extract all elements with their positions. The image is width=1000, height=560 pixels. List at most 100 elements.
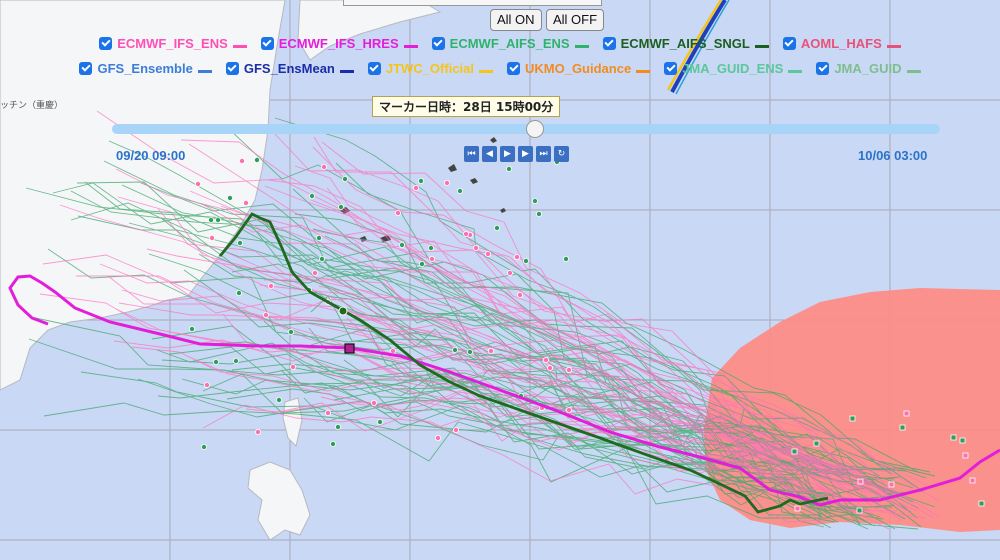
forecast-position-square [959, 437, 966, 444]
forecast-position-point [398, 241, 405, 248]
all-on-button[interactable]: All ON [490, 9, 542, 31]
legend-item-jma-guid[interactable]: JMA_GUID [816, 61, 921, 76]
forecast-position-point [412, 184, 419, 191]
forecast-position-point [311, 269, 318, 276]
forecast-position-point [226, 194, 233, 201]
legend-label: ECMWF_IFS_HRES [278, 36, 399, 51]
forecast-position-point [253, 156, 260, 163]
forecast-position-point [275, 396, 282, 403]
forecast-position-point [188, 325, 195, 332]
playback-controls: ⏮ ◀ ▶ ▶ ⏭ ↻ [464, 146, 569, 162]
marker-datetime-label: マーカー日時：28日 15時00分 [372, 96, 561, 117]
forecast-position-square [888, 481, 895, 488]
forecast-position-square [791, 448, 798, 455]
top-panel-edge [343, 0, 602, 6]
legend-checkbox[interactable] [367, 62, 381, 75]
forecast-position-point [318, 255, 325, 262]
next-frame-button[interactable]: ▶ [518, 146, 533, 162]
legend-swatch [636, 70, 651, 73]
forecast-position-point [452, 426, 459, 433]
legend-swatch [403, 45, 418, 48]
legend-checkbox[interactable] [782, 37, 796, 50]
legend-label: GFS_EnsMean [243, 61, 335, 76]
forecast-position-point [341, 175, 348, 182]
legend-item-gfs-ensmean[interactable]: GFS_EnsMean [225, 61, 354, 76]
forecast-position-point [505, 165, 512, 172]
forecast-position-point [547, 364, 554, 371]
legend-row-primary: ECMWF_IFS_ENS ECMWF_IFS_HRES ECMWF_AIFS_EN… [0, 36, 1000, 51]
timeline-end-label: 10/06 03:00 [858, 148, 928, 163]
forecast-position-point [376, 418, 383, 425]
aifs-marker [338, 306, 348, 316]
forecast-position-point [523, 257, 530, 264]
legend-item-jtwc-official[interactable]: JTWC_Official [367, 61, 493, 76]
legend-swatch [906, 70, 921, 73]
forecast-position-point [287, 328, 294, 335]
legend-label: UKMO_Guidance [525, 61, 632, 76]
legend-label: JTWC_Official [385, 61, 474, 76]
legend-swatch [479, 70, 493, 73]
legend-label: GFS_Ensemble [97, 61, 193, 76]
forecast-position-point [394, 209, 401, 216]
legend-checkbox[interactable] [431, 37, 445, 50]
legend-row-secondary: GFS_Ensemble GFS_EnsMean JTWC_Official UKMO… [0, 61, 1000, 76]
timeline-start-label: 09/20 09:00 [116, 148, 186, 163]
legend-checkbox[interactable] [99, 37, 113, 50]
forecast-position-square [813, 440, 820, 447]
legend-swatch [197, 70, 212, 73]
legend-checkbox[interactable] [602, 37, 616, 50]
legend-swatch [574, 45, 589, 48]
forecast-position-point [232, 357, 239, 364]
forecast-position-point [563, 255, 570, 262]
forecast-position-point [484, 250, 491, 257]
legend-checkbox[interactable] [816, 62, 830, 75]
prev-frame-button[interactable]: ◀ [482, 146, 497, 162]
forecast-position-point [337, 203, 344, 210]
legend-checkbox[interactable] [260, 37, 274, 50]
forecast-position-point [315, 234, 322, 241]
typhoon-track-map[interactable]: ッチン（重慶） [0, 0, 1000, 560]
legend-swatch [788, 70, 803, 73]
all-off-button[interactable]: All OFF [546, 9, 605, 31]
forecast-position-point [289, 363, 296, 370]
forecast-position-point [203, 381, 210, 388]
forecast-position-point [334, 423, 341, 430]
loop-button[interactable]: ↻ [554, 146, 569, 162]
last-frame-button[interactable]: ⏭ [536, 146, 551, 162]
legend-swatch [339, 70, 354, 73]
legend-item-ukmo-guidance[interactable]: UKMO_Guidance [507, 61, 651, 76]
play-button[interactable]: ▶ [500, 146, 515, 162]
legend-checkbox[interactable] [225, 62, 239, 75]
forecast-position-point [456, 187, 463, 194]
forecast-position-point [324, 409, 331, 416]
mainland-asia [0, 0, 286, 391]
forecast-position-point [566, 366, 573, 373]
forecast-position-point [466, 348, 473, 355]
first-frame-button[interactable]: ⏮ [464, 146, 479, 162]
legend-checkbox[interactable] [79, 62, 93, 75]
legend-label: ECMWF_IFS_ENS [117, 36, 228, 51]
legend-item-ecmwf-aifs-ens[interactable]: ECMWF_AIFS_ENS [431, 36, 589, 51]
forecast-position-square [969, 477, 976, 484]
legend-item-ecmwf-ifs-hres[interactable]: ECMWF_IFS_HRES [260, 36, 418, 51]
hres-marker [344, 343, 355, 354]
forecast-position-square [978, 500, 985, 507]
legend-label: ECMWF_AIFS_ENS [449, 36, 570, 51]
forecast-position-point [418, 260, 425, 267]
forecast-position-square [856, 507, 863, 514]
legend-checkbox[interactable] [507, 62, 520, 75]
legend-label: AOML_HAFS [800, 36, 882, 51]
legend-item-jma-guid-ens[interactable]: JMA_GUID_ENS [664, 61, 803, 76]
legend-checkbox[interactable] [664, 62, 678, 75]
forecast-position-point [493, 224, 500, 231]
forecast-position-point [462, 230, 469, 237]
legend-item-gfs-ensemble[interactable]: GFS_Ensemble [79, 61, 212, 76]
forecast-position-point [200, 443, 207, 450]
legend-item-ecmwf-aifs-sngl[interactable]: ECMWF_AIFS_SNGL [602, 36, 769, 51]
forecast-position-square [903, 410, 910, 417]
legend-item-aoml-hafs[interactable]: AOML_HAFS [782, 36, 901, 51]
forecast-position-point [194, 180, 201, 187]
legend-item-ecmwf-ifs-ens[interactable]: ECMWF_IFS_ENS [99, 36, 247, 51]
forecast-position-point [308, 192, 315, 199]
forecast-position-point [434, 434, 441, 441]
